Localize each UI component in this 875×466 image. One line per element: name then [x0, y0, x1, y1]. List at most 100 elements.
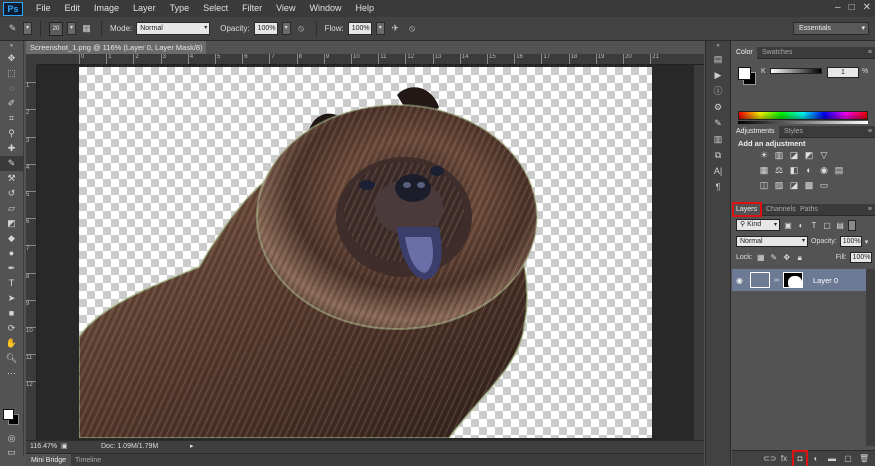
status-menu-arrow[interactable]: ▸: [190, 441, 194, 453]
menu-window[interactable]: Window: [302, 0, 348, 17]
filter-kind-select[interactable]: ⚲ Kind ▾: [736, 219, 780, 231]
shape-filter-icon[interactable]: ▢: [822, 220, 832, 231]
menu-layer[interactable]: Layer: [126, 0, 163, 17]
tab-color[interactable]: Color: [732, 47, 757, 59]
layer-name[interactable]: Layer 0: [813, 276, 838, 285]
blend-mode-select[interactable]: Normal ▾: [736, 236, 808, 247]
tab-timeline[interactable]: Timeline: [70, 454, 106, 466]
layers-scrollbar[interactable]: [866, 269, 875, 446]
zoom-level[interactable]: 116.47%: [30, 441, 57, 453]
workspace-switcher[interactable]: Essentials ▾: [793, 22, 869, 35]
invert-icon[interactable]: ◫: [758, 179, 770, 191]
paint-bucket-tool-icon[interactable]: ◩: [0, 216, 23, 231]
status-icon[interactable]: ▣: [61, 441, 68, 453]
color-balance-icon[interactable]: ⚖: [773, 164, 785, 176]
visibility-eye-icon[interactable]: ◉: [736, 276, 746, 285]
lock-image-icon[interactable]: ✎: [769, 252, 779, 263]
mask-link-icon[interactable]: ∞: [774, 277, 779, 284]
character-panel-icon[interactable]: A|: [706, 163, 730, 179]
menu-filter[interactable]: Filter: [235, 0, 269, 17]
zoom-tool-icon[interactable]: 🔍︎: [0, 351, 23, 366]
marquee-tool-icon[interactable]: ⬚: [0, 66, 23, 81]
layer-row-layer-0[interactable]: ◉ ∞ Layer 0: [732, 269, 866, 291]
path-select-tool-icon[interactable]: ➤: [0, 291, 23, 306]
paragraph-panel-icon[interactable]: ¶: [706, 179, 730, 195]
brush-tool-icon[interactable]: ✎: [0, 156, 23, 171]
info-panel-icon[interactable]: ⓘ: [706, 83, 730, 99]
brush-tool-icon[interactable]: ✎: [6, 22, 19, 35]
grayscale-ramp[interactable]: [738, 121, 868, 124]
hue-saturation-icon[interactable]: ▦: [758, 164, 770, 176]
gradient-map-icon[interactable]: ▭: [818, 179, 830, 191]
menu-edit[interactable]: Edit: [58, 0, 88, 17]
pen-tool-icon[interactable]: ✒: [0, 261, 23, 276]
k-slider[interactable]: [770, 68, 822, 74]
tab-paths[interactable]: Paths: [796, 204, 822, 216]
move-tool-icon[interactable]: ✥: [0, 51, 23, 66]
pixel-filter-icon[interactable]: ▣: [783, 220, 793, 231]
smart-object-filter-icon[interactable]: ▤: [835, 220, 845, 231]
blur-tool-icon[interactable]: ◆: [0, 231, 23, 246]
quick-mask-icon[interactable]: ◎: [0, 431, 23, 446]
k-value-field[interactable]: 1: [827, 67, 859, 78]
levels-icon[interactable]: ▥: [773, 149, 785, 161]
threshold-icon[interactable]: ◪: [788, 179, 800, 191]
lock-position-icon[interactable]: ✥: [782, 252, 792, 263]
clone-stamp-tool-icon[interactable]: ⚒: [0, 171, 23, 186]
flow-dropdown[interactable]: ▾: [375, 22, 385, 35]
brush-panel-icon[interactable]: ✎: [706, 115, 730, 131]
flow-field[interactable]: 100%: [347, 22, 372, 35]
add-layer-mask-icon[interactable]: ◘: [792, 449, 808, 466]
mode-select[interactable]: Normal ▾: [136, 22, 211, 35]
menu-help[interactable]: Help: [348, 0, 381, 17]
black-white-icon[interactable]: ◧: [788, 164, 800, 176]
menu-select[interactable]: Select: [196, 0, 235, 17]
menu-type[interactable]: Type: [163, 0, 197, 17]
new-group-icon[interactable]: ▬: [827, 453, 837, 465]
brush-size-picker[interactable]: 20: [49, 21, 63, 36]
lock-all-icon[interactable]: 🔒︎: [795, 252, 805, 263]
maximize-button[interactable]: □: [849, 2, 855, 13]
tab-adjustments[interactable]: Adjustments: [732, 126, 779, 138]
close-button[interactable]: ✕: [863, 2, 871, 13]
more-tools-icon[interactable]: ⋯: [0, 366, 23, 381]
quick-select-tool-icon[interactable]: ✐: [0, 96, 23, 111]
tab-mini-bridge[interactable]: Mini Bridge: [26, 454, 72, 466]
hand-tool-icon[interactable]: ✋: [0, 336, 23, 351]
tab-swatches[interactable]: Swatches: [758, 47, 796, 59]
filter-toggle[interactable]: [848, 219, 856, 231]
type-filter-icon[interactable]: T: [809, 220, 819, 231]
3d-tool-icon[interactable]: ⟳: [0, 321, 23, 336]
pressure-opacity-icon[interactable]: ⦸: [295, 22, 308, 35]
foreground-color-swatch[interactable]: [3, 409, 14, 420]
panel-menu-icon[interactable]: ≡: [868, 47, 872, 59]
link-layers-icon[interactable]: ⊂⊃: [763, 453, 776, 465]
opacity-field[interactable]: 100%: [253, 22, 278, 35]
opacity-dropdown[interactable]: ▾: [281, 22, 291, 35]
opacity-dropdown[interactable]: ▾: [865, 238, 869, 246]
collapse-toolbox-icon[interactable]: »: [0, 41, 23, 51]
brush-presets-icon[interactable]: ▥: [706, 131, 730, 147]
exposure-icon[interactable]: ◩: [803, 149, 815, 161]
history-brush-tool-icon[interactable]: ↺: [0, 186, 23, 201]
shape-tool-icon[interactable]: ■: [0, 306, 23, 321]
brightness-contrast-icon[interactable]: ☀: [758, 149, 770, 161]
tab-channels[interactable]: Channels: [762, 204, 800, 216]
properties-panel-icon[interactable]: ⚙: [706, 99, 730, 115]
expand-panels-icon[interactable]: «: [706, 41, 730, 51]
adjustment-layer-icon[interactable]: ◐: [811, 453, 821, 465]
type-tool-icon[interactable]: T: [0, 276, 23, 291]
panel-menu-icon[interactable]: ≡: [868, 126, 872, 138]
new-layer-icon[interactable]: ▢: [843, 453, 853, 465]
vertical-scrollbar[interactable]: [694, 65, 704, 440]
delete-layer-icon[interactable]: 🗑︎: [859, 453, 869, 465]
vibrance-icon[interactable]: ▽: [818, 149, 830, 161]
layer-mask-thumbnail[interactable]: [783, 272, 803, 288]
color-foreground-swatch[interactable]: [738, 67, 751, 80]
photo-filter-icon[interactable]: ◐: [803, 164, 815, 176]
tab-styles[interactable]: Styles: [780, 126, 807, 138]
lasso-tool-icon[interactable]: ◌: [0, 81, 23, 96]
image-canvas[interactable]: [79, 67, 652, 438]
menu-file[interactable]: File: [29, 0, 58, 17]
menu-view[interactable]: View: [269, 0, 302, 17]
